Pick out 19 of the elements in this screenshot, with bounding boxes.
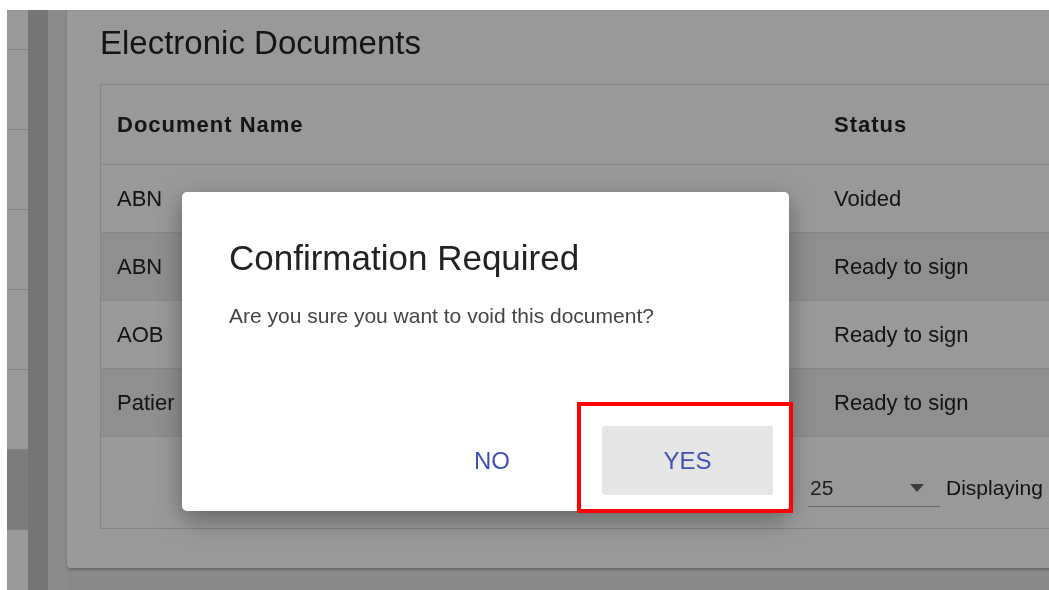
table-cell: ABN bbox=[117, 253, 163, 279]
table-cell: Ready to sign bbox=[834, 253, 969, 279]
dialog-message: Are you sure you want to void this document? bbox=[229, 304, 654, 328]
table-cell: Voided bbox=[834, 185, 902, 211]
column-header: Document Name bbox=[117, 111, 304, 137]
page-title: Electronic Documents bbox=[100, 24, 421, 62]
no-button[interactable]: NO bbox=[452, 426, 532, 495]
rows-per-page-select[interactable]: 25 bbox=[808, 468, 940, 507]
yes-button[interactable]: YES bbox=[602, 426, 773, 495]
table-cell: Patier bbox=[117, 389, 175, 415]
table-cell: AOB bbox=[117, 321, 164, 347]
caret-icon bbox=[910, 484, 924, 492]
table-cell: ABN bbox=[117, 185, 163, 211]
nav-item[interactable] bbox=[7, 450, 28, 530]
table-cell: Ready to sign bbox=[834, 321, 969, 347]
column-header: Status bbox=[834, 111, 908, 137]
pagination-text: Displaying bbox=[946, 475, 1043, 500]
table-cell: Ready to sign bbox=[834, 389, 969, 415]
dialog-title: Confirmation Required bbox=[229, 238, 580, 278]
